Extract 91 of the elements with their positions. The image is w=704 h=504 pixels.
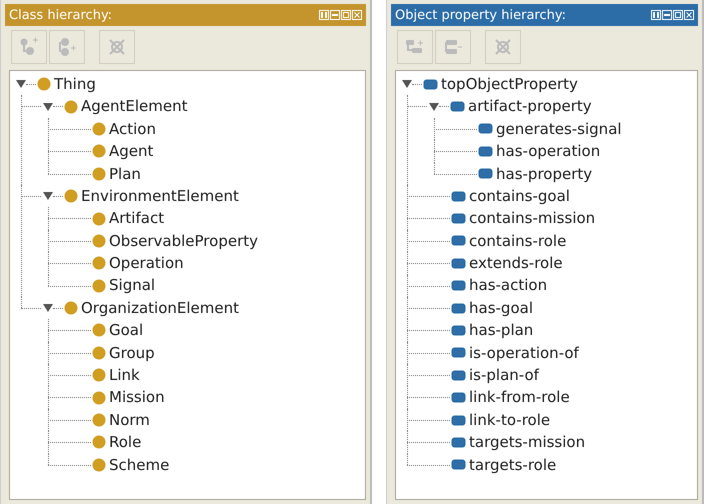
class-dot-icon bbox=[92, 234, 106, 248]
property-tag-icon bbox=[478, 123, 493, 134]
add-sibling-node-icon bbox=[56, 37, 78, 57]
class-dot-icon bbox=[92, 122, 106, 136]
class-dot-icon bbox=[64, 189, 78, 204]
property-tag-icon bbox=[451, 370, 466, 381]
class-dot-icon bbox=[92, 458, 106, 472]
close-icon[interactable] bbox=[684, 10, 694, 20]
class-dot-icon bbox=[37, 77, 51, 92]
tree-item[interactable]: Artifact bbox=[109, 210, 164, 227]
class-dot-icon bbox=[92, 413, 106, 428]
property-tag-icon bbox=[451, 392, 466, 404]
close-icon[interactable] bbox=[352, 10, 362, 20]
property-tag-icon bbox=[451, 258, 466, 269]
tree-item[interactable]: contains-role bbox=[469, 232, 566, 250]
tree-item[interactable]: has-goal bbox=[469, 300, 533, 316]
property-tag-icon bbox=[450, 101, 465, 112]
class-dot-icon bbox=[92, 256, 106, 270]
tree-item[interactable]: Role bbox=[109, 434, 142, 451]
tree-item[interactable]: is-operation-of bbox=[469, 344, 579, 362]
class-dot-icon bbox=[92, 212, 106, 226]
add-sibling-node-icon bbox=[442, 37, 464, 57]
tree-item[interactable]: targets-mission bbox=[469, 434, 586, 451]
property-tag-icon bbox=[451, 459, 466, 470]
tree-item[interactable]: Signal bbox=[109, 277, 156, 294]
tree-item[interactable]: Group bbox=[109, 344, 155, 362]
tree-item[interactable]: has-plan bbox=[469, 322, 534, 339]
property-tag-icon bbox=[478, 146, 493, 157]
tree-item[interactable]: contains-mission bbox=[469, 210, 596, 227]
property-tag-icon bbox=[478, 168, 493, 180]
property-tag-icon bbox=[451, 436, 466, 448]
tree-item[interactable]: ObservableProperty bbox=[109, 232, 258, 250]
collapse-arrow-icon[interactable] bbox=[402, 79, 412, 90]
tree-item[interactable]: has-action bbox=[469, 277, 548, 294]
property-tag-icon bbox=[451, 414, 466, 426]
tree-item[interactable]: Plan bbox=[109, 166, 141, 182]
class-dot-icon bbox=[64, 301, 78, 316]
maximize-icon[interactable] bbox=[341, 10, 351, 20]
minimize-icon[interactable] bbox=[330, 10, 340, 20]
tree-item[interactable]: is-plan-of bbox=[469, 367, 539, 384]
collapse-arrow-icon[interactable] bbox=[16, 79, 26, 90]
collapse-arrow-icon[interactable] bbox=[43, 102, 53, 112]
class-dot-icon bbox=[92, 278, 106, 293]
tree-item[interactable]: targets-role bbox=[469, 456, 556, 474]
tree-item[interactable]: topObjectProperty bbox=[441, 76, 578, 92]
property-tag-icon bbox=[451, 213, 466, 224]
tree-item[interactable]: has-property bbox=[496, 166, 592, 182]
maximize-icon[interactable] bbox=[673, 10, 683, 20]
tree-item[interactable]: OrganizationElement bbox=[81, 300, 239, 316]
tree-item[interactable]: Link bbox=[109, 367, 140, 384]
tree-item[interactable]: contains-goal bbox=[469, 188, 570, 204]
tree-item[interactable]: generates-signal bbox=[496, 120, 622, 138]
minimize-icon[interactable] bbox=[662, 10, 672, 20]
panel-title: Object property hierarchy: bbox=[395, 8, 566, 22]
tree-item[interactable]: AgentElement bbox=[81, 98, 188, 115]
collapse-arrow-icon[interactable] bbox=[43, 191, 53, 202]
property-tag-icon bbox=[451, 235, 466, 246]
tree-item[interactable]: Thing bbox=[54, 76, 96, 92]
add-child-node-icon bbox=[18, 37, 40, 57]
property-tag-icon bbox=[451, 190, 466, 202]
class-dot-icon bbox=[92, 346, 106, 360]
collapse-arrow-icon[interactable] bbox=[43, 303, 53, 314]
property-tag-icon bbox=[423, 78, 438, 90]
panel-title: Class hierarchy: bbox=[9, 8, 112, 22]
class-dot-icon bbox=[92, 323, 106, 338]
class-dot-icon bbox=[64, 100, 78, 114]
tree-item[interactable]: Operation bbox=[109, 255, 184, 272]
tree-item[interactable]: EnvironmentElement bbox=[81, 188, 239, 204]
property-tag-icon bbox=[451, 280, 466, 292]
property-tag-icon bbox=[451, 302, 466, 314]
property-tag-icon bbox=[451, 324, 466, 336]
tree-item[interactable]: Scheme bbox=[109, 456, 170, 474]
class-dot-icon bbox=[92, 144, 106, 158]
split-view-icon[interactable] bbox=[651, 10, 661, 20]
tree-item[interactable]: extends-role bbox=[469, 255, 563, 272]
collapse-arrow-icon[interactable] bbox=[429, 102, 439, 112]
class-dot-icon bbox=[92, 368, 106, 382]
property-tag-icon bbox=[451, 347, 466, 358]
tree-item[interactable]: Goal bbox=[109, 322, 144, 339]
tree-item[interactable]: link-to-role bbox=[469, 412, 550, 428]
tree-item[interactable]: Agent bbox=[109, 143, 154, 160]
tree-item[interactable]: has-operation bbox=[496, 143, 600, 160]
class-dot-icon bbox=[92, 435, 106, 450]
tree-item[interactable]: Mission bbox=[109, 389, 165, 406]
tree-item[interactable]: Action bbox=[109, 120, 156, 138]
tree-item[interactable]: link-from-role bbox=[469, 389, 570, 406]
split-view-icon[interactable] bbox=[319, 10, 329, 20]
tree-item[interactable]: artifact-property bbox=[468, 98, 592, 115]
class-dot-icon bbox=[92, 390, 106, 405]
class-dot-icon bbox=[92, 166, 106, 181]
tree-item[interactable]: Norm bbox=[109, 412, 150, 428]
